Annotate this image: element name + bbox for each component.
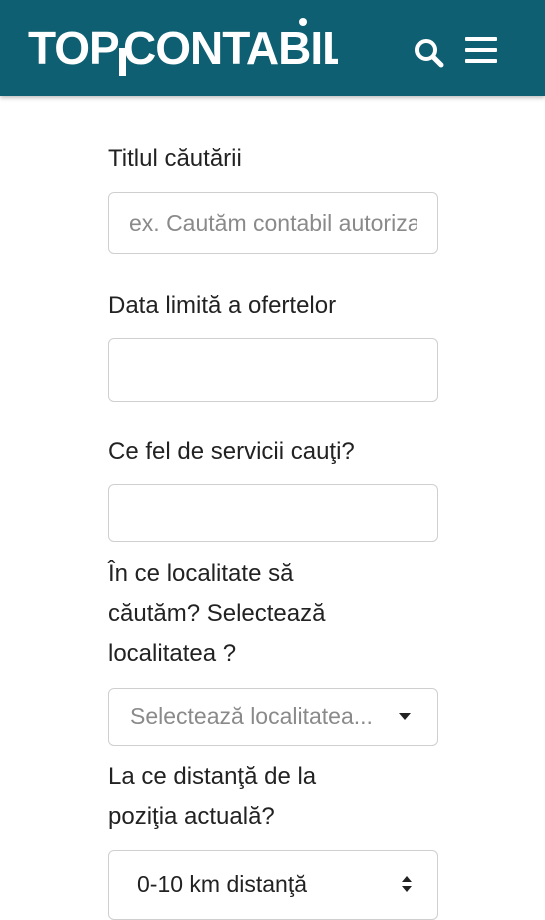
topcontabil-logo[interactable]: TOP CONTABIL [28, 18, 338, 78]
distance-select[interactable]: 0-10 km distanţă [108, 850, 438, 920]
distance-label: La ce distanţă de la poziţia actuală? [108, 763, 317, 830]
locality-select[interactable]: Selectează localitatea... [108, 688, 438, 746]
title-input[interactable] [108, 192, 438, 254]
select-updown-icon [402, 876, 412, 892]
deadline-input[interactable] [108, 338, 438, 402]
locality-label: În ce localitate să căutăm? Selectează l… [108, 560, 326, 667]
hamburger-menu-icon[interactable] [462, 34, 500, 68]
svg-text:CONTABIL: CONTABIL [123, 22, 338, 74]
distance-select-value: 0-10 km distanţă [137, 871, 308, 897]
locality-select-placeholder: Selectează localitatea... [130, 703, 373, 729]
search-icon[interactable] [412, 36, 446, 70]
chevron-down-icon [399, 713, 411, 720]
top-header-bar: TOP CONTABIL [0, 0, 545, 96]
services-input[interactable] [108, 484, 438, 542]
svg-text:TOP: TOP [28, 22, 119, 74]
title-label: Titlul căutării [108, 145, 242, 172]
services-label: Ce fel de servicii cauţi? [108, 438, 355, 465]
deadline-label: Data limită a ofertelor [108, 292, 337, 319]
logo-graphic: TOP CONTABIL [28, 18, 338, 76]
